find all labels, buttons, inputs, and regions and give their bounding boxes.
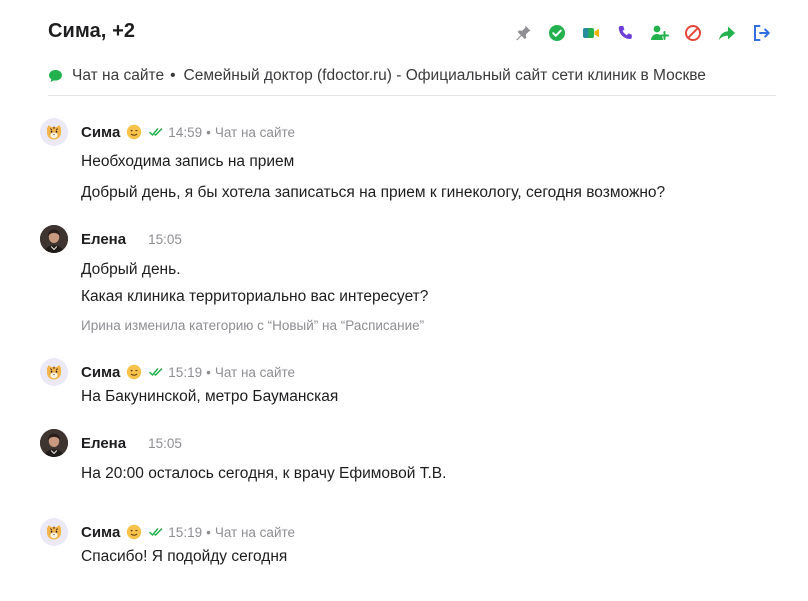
avatar[interactable]	[40, 429, 68, 457]
meta-separator: •	[206, 524, 211, 540]
resolve-button[interactable]	[540, 20, 574, 46]
message-channel: Чат на сайте	[214, 524, 296, 540]
source-separator: •	[170, 67, 176, 84]
message-group: Сима 15:19 • Чат на сайте На Бакунинской…	[40, 358, 780, 408]
message-text: На Бакунинской, метро Бауманская	[81, 388, 339, 405]
tiger-avatar-icon	[40, 518, 68, 546]
message-time: 15:19	[168, 524, 203, 540]
message-text: Спасибо! Я подойду сегодня	[81, 548, 288, 565]
smile-emoji-icon	[127, 124, 142, 140]
exit-button[interactable]	[744, 20, 778, 46]
chat-title: Сима, +2	[48, 20, 136, 42]
author-name[interactable]: Сима	[81, 364, 120, 381]
author-name[interactable]: Сима	[81, 124, 120, 141]
pin-button[interactable]	[506, 20, 540, 46]
avatar[interactable]	[40, 358, 68, 386]
add-participant-button[interactable]	[642, 20, 676, 46]
message-group: Елена 15:05 Добрый день. Какая клиника т…	[40, 225, 780, 335]
read-checks-icon	[149, 128, 163, 136]
header-divider	[48, 95, 776, 96]
phone-icon	[618, 26, 632, 39]
message-text: Необходима запись на прием	[81, 153, 295, 170]
chat-toolbar	[506, 20, 778, 46]
check-circle-icon	[549, 25, 565, 41]
meta-separator: •	[206, 124, 211, 140]
avatar[interactable]	[40, 518, 68, 546]
message-text: На 20:00 осталось сегодня, к врачу Ефимо…	[81, 465, 447, 482]
message-channel: Чат на сайте	[214, 124, 296, 140]
message-time: 14:59	[168, 124, 203, 140]
author-name[interactable]: Елена	[81, 231, 126, 248]
avatar[interactable]	[40, 225, 68, 253]
author-name[interactable]: Елена	[81, 435, 126, 452]
smile-emoji-icon	[127, 364, 142, 380]
block-button[interactable]	[676, 20, 710, 46]
message-text: Добрый день, я бы хотела записаться на п…	[81, 184, 666, 201]
message-time: 15:05	[148, 435, 182, 451]
chat-header: Сима, +2	[48, 18, 778, 48]
pin-icon	[516, 25, 531, 41]
message-time: 15:19	[168, 364, 203, 380]
smile-emoji-icon	[127, 524, 142, 540]
block-icon	[685, 25, 701, 41]
message-text: Какая клиника территориально вас интерес…	[81, 288, 429, 305]
chat-bubble-icon	[49, 70, 62, 82]
user-photo-icon	[40, 429, 68, 457]
message-text: Добрый день.	[81, 261, 181, 278]
source-site[interactable]: Семейный доктор (fdoctor.ru) - Официальн…	[184, 67, 706, 85]
chat-source: Чат на сайте • Семейный доктор (fdoctor.…	[48, 66, 778, 86]
avatar[interactable]	[40, 118, 68, 146]
message-channel: Чат на сайте	[214, 364, 296, 380]
add-user-icon	[651, 25, 669, 40]
call-button[interactable]	[608, 20, 642, 46]
source-channel: Чат на сайте	[72, 67, 165, 84]
message-meta: Елена 15:05	[81, 230, 182, 248]
exit-icon	[754, 25, 770, 41]
video-call-button[interactable]	[574, 20, 608, 46]
message-group: Елена 15:05 На 20:00 осталось сегодня, к…	[40, 429, 780, 484]
forward-button[interactable]	[710, 20, 744, 46]
message-time: 15:05	[148, 231, 182, 247]
meta-separator: •	[206, 364, 211, 380]
message-meta: Сима 15:19 • Чат на сайте	[81, 363, 295, 381]
system-event: Ирина изменила категорию с “Новый” на “Р…	[81, 318, 425, 333]
message-meta: Елена 15:05	[81, 434, 182, 452]
message-group: Сима 14:59 • Чат на сайте Необходима зап…	[40, 118, 780, 208]
forward-icon	[719, 26, 735, 40]
message-meta: Сима 15:19 • Чат на сайте	[81, 523, 295, 541]
user-photo-icon	[40, 225, 68, 253]
read-checks-icon	[149, 528, 163, 536]
tiger-avatar-icon	[40, 358, 68, 386]
message-meta: Сима 14:59 • Чат на сайте	[81, 123, 295, 141]
author-name[interactable]: Сима	[81, 524, 120, 541]
tiger-avatar-icon	[40, 118, 68, 146]
video-call-icon	[583, 28, 599, 38]
message-group: Сима 15:19 • Чат на сайте Спасибо! Я под…	[40, 518, 780, 568]
read-checks-icon	[149, 368, 163, 376]
